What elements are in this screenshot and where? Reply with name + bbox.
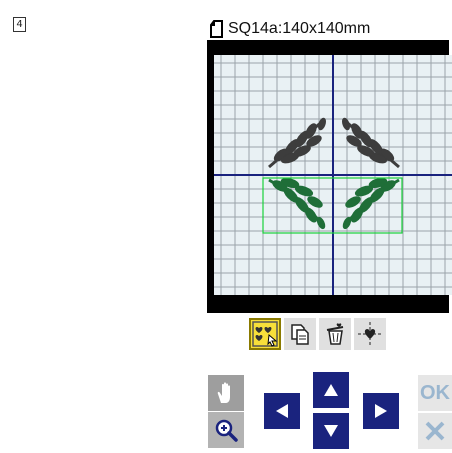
ok-button[interactable]: OK	[418, 375, 452, 411]
move-down-button[interactable]	[313, 413, 349, 449]
move-right-button[interactable]	[363, 393, 399, 429]
hand-icon	[217, 382, 230, 403]
move-hand-button[interactable]	[208, 375, 244, 411]
arrow-down-icon	[324, 425, 338, 437]
center-button[interactable]	[354, 318, 386, 350]
group-select-button[interactable]	[249, 318, 281, 350]
group-select-icon	[252, 321, 278, 347]
step-number: 4	[13, 17, 26, 32]
zoom-button[interactable]	[208, 412, 244, 448]
design-title: SQ14a:140x140mm	[209, 18, 370, 40]
embroidery-canvas[interactable]	[214, 55, 452, 295]
arrow-up-icon	[324, 384, 338, 396]
delete-icon	[326, 323, 344, 345]
zoom-in-icon	[215, 419, 238, 442]
edit-toolbar	[249, 318, 386, 350]
copy-button[interactable]	[284, 318, 316, 350]
arrow-left-icon	[276, 404, 288, 418]
cancel-button[interactable]	[418, 413, 452, 449]
center-icon	[358, 322, 382, 346]
move-left-button[interactable]	[264, 393, 300, 429]
hoop-icon	[210, 20, 223, 38]
move-up-button[interactable]	[313, 372, 349, 408]
close-icon	[425, 421, 445, 441]
title-text: SQ14a:140x140mm	[228, 20, 371, 37]
delete-button[interactable]	[319, 318, 351, 350]
copy-icon	[291, 324, 309, 345]
arrow-right-icon	[375, 404, 387, 418]
